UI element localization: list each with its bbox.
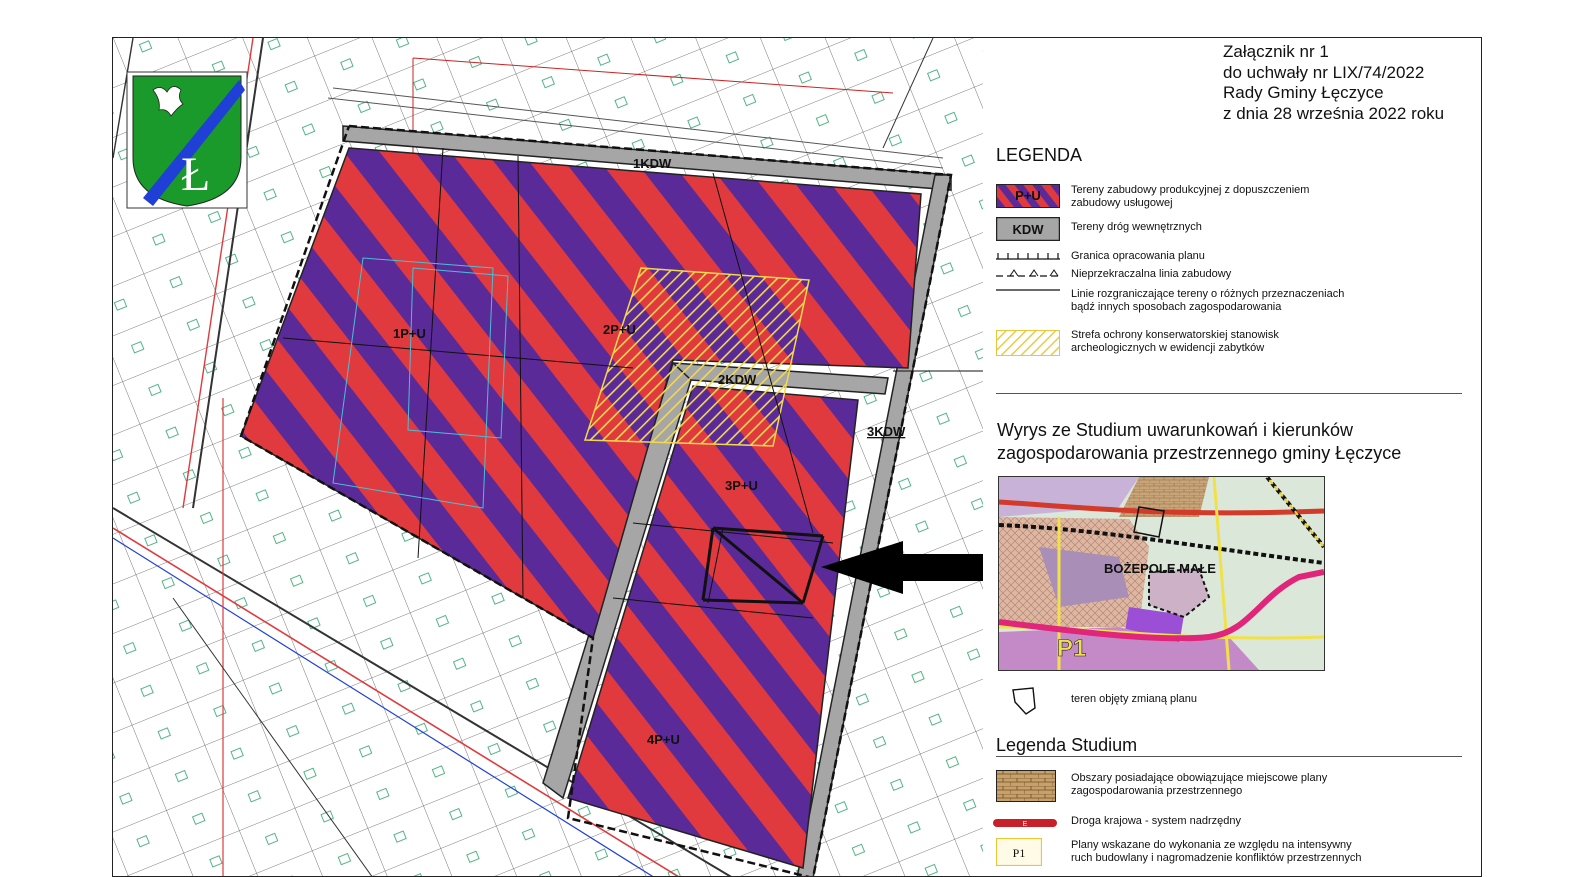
legend-panel: Załącznik nr 1 do uchwały nr LIX/74/2022… [983, 38, 1481, 876]
national-road-description: Droga krajowa - system nadrzędny [1071, 815, 1241, 827]
kdw-description: Tereny dróg wewnętrznych [1071, 221, 1202, 233]
plan-boundary-line-icon [996, 253, 1060, 260]
existing-plans-swatch-icon [996, 770, 1056, 802]
existing-plans-description-1: Obszary posiadające obowiązujące miejsco… [1071, 772, 1328, 784]
heritage-zone-swatch-icon [996, 330, 1060, 356]
road-label-2kdw: 2KDW [718, 372, 757, 387]
study-title-2: zagospodarowania przestrzennego gminy Łę… [997, 443, 1402, 463]
building-line-description: Nieprzekraczalna linia zabudowy [1071, 268, 1232, 280]
heritage-description-1: Strefa ochrony konserwatorskiej stanowis… [1071, 329, 1279, 341]
kdw-swatch-label: KDW [1012, 222, 1044, 237]
gmina-crest: Ł [126, 71, 248, 209]
pu-description-1: Tereny zabudowy produkcyjnej z dopuszcze… [1071, 184, 1310, 196]
plan-area-outline-icon [1012, 687, 1036, 715]
plan-symbol-label: P1 [1013, 846, 1026, 860]
study-plan-label: P1 [1057, 635, 1087, 663]
zone-label-1pu: 1P+U [393, 326, 426, 341]
zone-label-3pu: 3P+U [725, 478, 758, 493]
division-line-icon [996, 289, 1060, 291]
zone-label-2pu: 2P+U [603, 322, 636, 337]
pu-description-2: zabudowy usługowej [1071, 197, 1173, 209]
plan-symbol-icon: P1 [996, 838, 1042, 866]
legend-heading: LEGENDA [996, 145, 1083, 165]
division-description-1: Linie rozgraniczające tereny o różnych p… [1071, 288, 1345, 300]
zone-label-4pu: 4P+U [647, 732, 680, 747]
plan-map: Ł 1P+U 2P+U 3P+U 4P+U 1KDW 2KDW 3KDW [113, 38, 983, 876]
division-description-2: bądź innych sposobach zagospodarowania [1071, 301, 1282, 313]
crest-letter: Ł [181, 148, 210, 201]
attachment-line-1: Załącznik nr 1 [1223, 42, 1329, 61]
pu-swatch-icon: P+U [996, 184, 1060, 208]
study-extract-title: Wyrys ze Studium uwarunkowań i kierunków… [997, 419, 1401, 465]
study-village-label: BOŻEPOLE MAŁE [1104, 561, 1216, 576]
national-road-marker: E [1023, 821, 1028, 828]
attachment-header: Załącznik nr 1 do uchwały nr LIX/74/2022… [1223, 42, 1444, 124]
study-extract-map: BOŻEPOLE MAŁE P1 [998, 476, 1325, 671]
plans-description-1: Plany wskazane do wykonania ze względu n… [1071, 839, 1352, 851]
study-title-1: Wyrys ze Studium uwarunkowań i kierunków [997, 420, 1353, 440]
road-label-3kdw: 3KDW [867, 424, 906, 439]
map-sheet: Ł 1P+U 2P+U 3P+U 4P+U 1KDW 2KDW 3KDW Zał… [112, 37, 1482, 877]
study-legend-heading: Legenda Studium [996, 735, 1138, 755]
national-road-icon: E [993, 819, 1057, 828]
attachment-line-2: do uchwały nr LIX/74/2022 [1223, 62, 1425, 82]
plan-area-description: teren objęty zmianą planu [1071, 693, 1197, 705]
attachment-line-4: z dnia 28 września 2022 roku [1223, 103, 1445, 123]
legend-divider [996, 393, 1462, 394]
existing-plans-description-2: zagospodarowania przestrzennego [1071, 785, 1243, 797]
building-line-icon [996, 269, 1060, 277]
plans-description-2: ruch budowlany i nagromadzenie konfliktó… [1071, 852, 1362, 864]
plan-boundary-description: Granica opracowania planu [1071, 250, 1205, 262]
study-legend-divider [996, 756, 1462, 757]
attachment-line-3: Rady Gminy Łęczyce [1223, 83, 1384, 102]
road-label-1kdw: 1KDW [633, 156, 672, 171]
pu-swatch-label: P+U [1015, 188, 1041, 203]
heritage-description-2: archeologicznych w ewidencji zabytków [1071, 342, 1265, 354]
kdw-swatch-icon: KDW [996, 217, 1060, 241]
